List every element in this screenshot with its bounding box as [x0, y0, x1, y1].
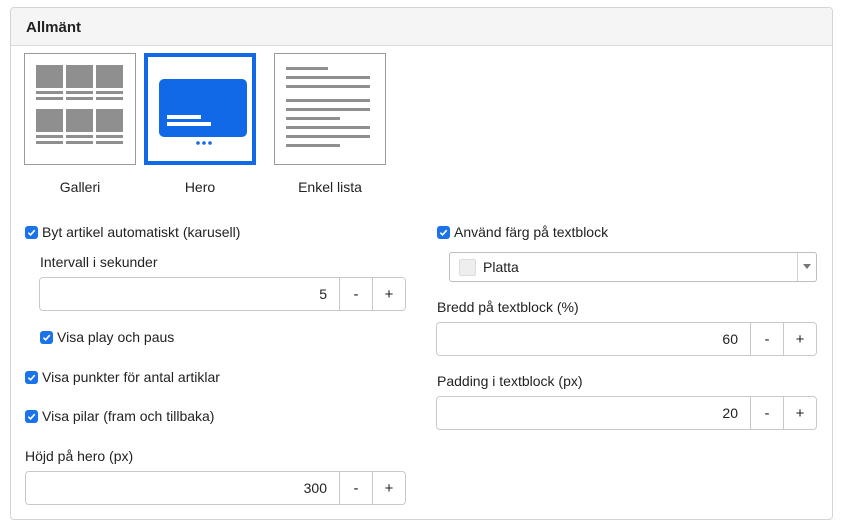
dots-checkbox[interactable]: Visa punkter för antal artiklar — [25, 369, 220, 385]
panel-header: Allmänt — [11, 8, 832, 46]
layout-option-gallery[interactable]: Galleri — [24, 53, 136, 195]
hero-height-decrement-button[interactable]: - — [339, 472, 372, 504]
textblock-padding-input[interactable] — [437, 397, 750, 429]
arrows-label: Visa pilar (fram och tillbaka) — [42, 408, 215, 424]
color-select[interactable]: Platta — [449, 252, 817, 282]
playpause-checkbox[interactable]: Visa play och paus — [40, 329, 174, 345]
autorotate-checkbox[interactable]: Byt artikel automatiskt (karusell) — [25, 224, 240, 240]
checkmark-icon — [25, 370, 38, 384]
checkmark-icon — [40, 330, 53, 344]
list-icon — [286, 67, 370, 147]
textblock-padding-decrement-button[interactable]: - — [750, 397, 783, 429]
interval-label: Intervall i sekunder — [40, 254, 158, 270]
checkmark-icon — [25, 225, 38, 239]
hero-height-increment-button[interactable]: + — [372, 472, 405, 504]
panel-title: Allmänt — [26, 19, 82, 36]
textblock-width-stepper: - + — [436, 322, 817, 356]
color-select-value: Platta — [483, 259, 519, 275]
gallery-icon — [36, 65, 123, 144]
textblock-padding-increment-button[interactable]: + — [783, 397, 816, 429]
interval-increment-button[interactable]: + — [372, 278, 405, 310]
interval-input[interactable] — [40, 278, 339, 310]
hero-layout-thumbnail — [144, 53, 256, 165]
hero-icon — [159, 79, 247, 145]
layout-option-hero[interactable]: Hero — [144, 53, 256, 195]
use-color-label: Använd färg på textblock — [454, 224, 609, 240]
hero-height-stepper: - + — [25, 471, 406, 505]
textblock-width-decrement-button[interactable]: - — [750, 323, 783, 355]
textblock-padding-stepper: - + — [436, 396, 817, 430]
list-layout-thumbnail — [274, 53, 386, 165]
layout-label: Hero — [184, 179, 216, 195]
color-swatch — [459, 258, 476, 276]
interval-stepper: - + — [39, 277, 406, 311]
textblock-width-label: Bredd på textblock (%) — [437, 299, 579, 315]
layout-label: Galleri — [59, 179, 101, 195]
dots-label: Visa punkter för antal artiklar — [42, 369, 220, 385]
layout-option-simple-list[interactable]: Enkel lista — [274, 53, 386, 195]
interval-decrement-button[interactable]: - — [339, 278, 372, 310]
textblock-width-increment-button[interactable]: + — [783, 323, 816, 355]
hero-height-label: Höjd på hero (px) — [25, 448, 134, 464]
checkmark-icon — [437, 225, 450, 239]
hero-height-input[interactable] — [26, 472, 339, 504]
checkmark-icon — [25, 409, 38, 423]
arrows-checkbox[interactable]: Visa pilar (fram och tillbaka) — [25, 408, 214, 424]
textblock-padding-label: Padding i textblock (px) — [437, 373, 583, 389]
gallery-layout-thumbnail — [24, 53, 136, 165]
caret-down-icon[interactable] — [797, 253, 816, 281]
textblock-width-input[interactable] — [437, 323, 750, 355]
use-color-checkbox[interactable]: Använd färg på textblock — [437, 224, 608, 240]
autorotate-label: Byt artikel automatiskt (karusell) — [42, 224, 241, 240]
layout-label: Enkel lista — [298, 179, 362, 195]
playpause-label: Visa play och paus — [57, 329, 175, 345]
